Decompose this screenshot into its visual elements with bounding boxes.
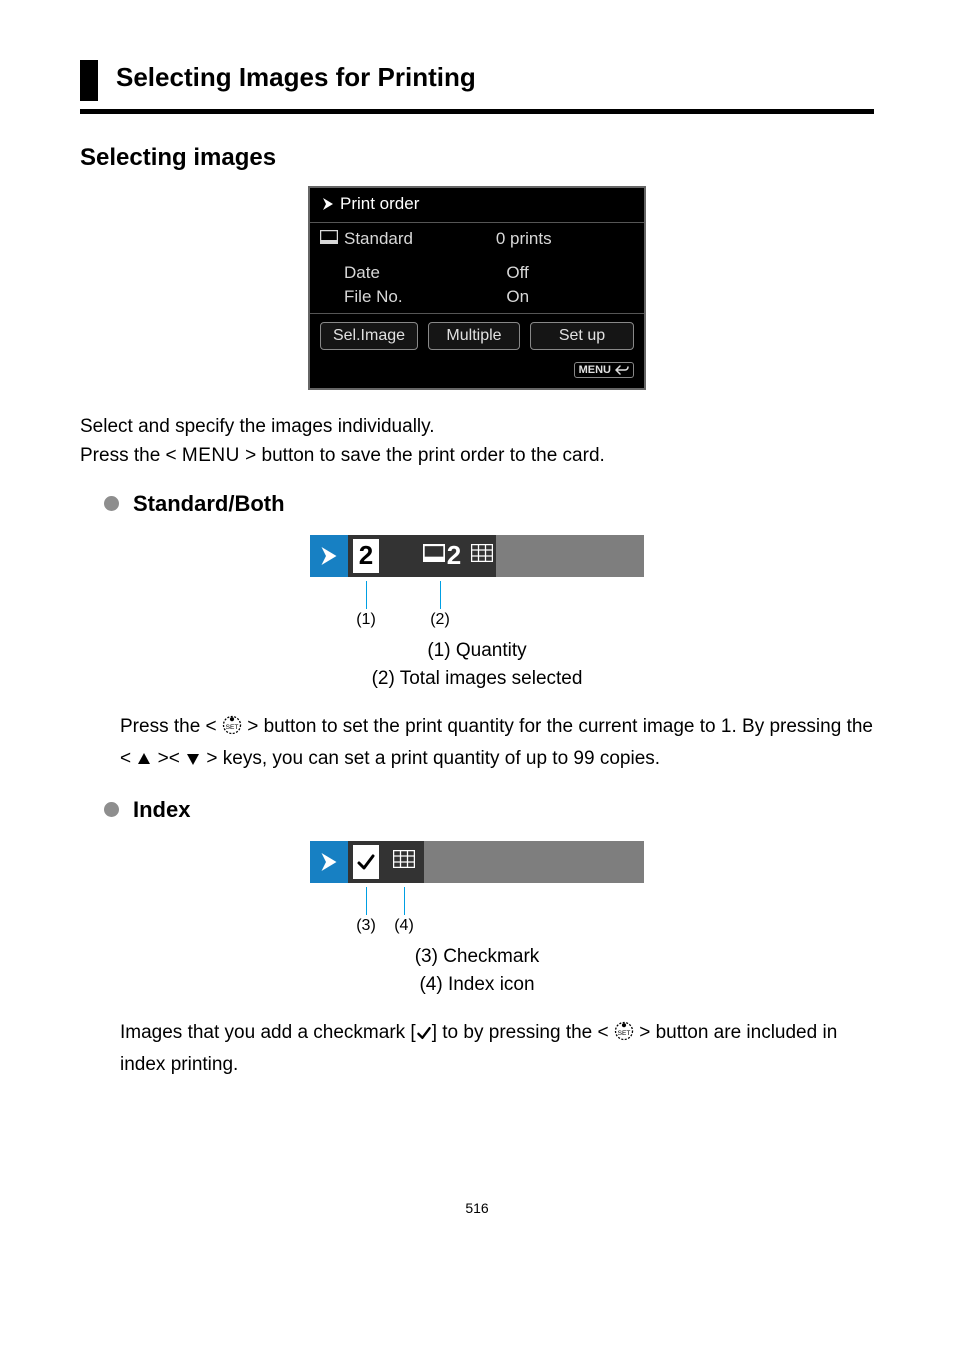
checkmark-box [348,841,384,883]
figure-gray-fill [424,841,644,883]
p2-post: > keys, you can set a print quantity of … [201,748,660,769]
standard-both-title: Standard/Both [133,491,285,517]
index-legend: (3) Checkmark (4) Index icon [80,943,874,1000]
index-figure [80,841,874,883]
grid-icon [471,544,493,567]
index-title: Index [133,797,190,823]
down-arrow-icon [185,747,201,776]
print-arrow-icon [310,535,348,577]
intro-line2-pre: Press the < [80,445,182,466]
spacer [384,535,420,577]
menu-text: MENU [579,364,611,376]
multiple-button[interactable]: Multiple [428,322,520,350]
standard-row: Standard 0 prints [310,223,644,255]
p3-pre: Images that you add a checkmark [ [120,1022,416,1043]
p3-mid: ] to by pressing the < [432,1022,614,1043]
fileno-value: On [506,287,634,307]
p2-pre: Press the < [120,716,222,737]
print-order-header: Print order [310,188,644,222]
fileno-row: File No. On [310,285,644,313]
menu-back-badge[interactable]: MENU [574,362,634,378]
bullet-icon [104,496,119,511]
svg-text:SET: SET [618,1030,631,1037]
grid-icon [393,850,415,873]
print-arrow-icon [320,196,336,212]
index-callout-numbers: (3) (4) [310,917,644,937]
standard-figure: 2 2 [80,535,874,577]
callout-3: (3) [356,917,376,935]
page-number: 516 [80,1200,874,1216]
bullet-icon [104,802,119,817]
landscape-icon [423,544,445,567]
fileno-label: File No. [344,287,403,307]
checkmark-icon [416,1021,432,1050]
date-row: Date Off [310,261,644,285]
print-order-title: Print order [340,194,419,214]
print-order-footer: MENU [310,358,644,388]
callout-4: (4) [394,917,414,935]
print-order-panel: Print order Standard 0 prints Date Off [308,186,646,390]
standard-legend: (1) Quantity (2) Total images selected [80,637,874,694]
prints-value: 0 prints [496,229,634,249]
print-arrow-icon [310,841,348,883]
index-paragraph: Images that you add a checkmark [ ] to by… [120,1018,874,1080]
menu-word: MENU [182,445,240,466]
setup-button[interactable]: Set up [530,322,634,350]
q-set-icon: SET [614,1021,634,1050]
callout-2: (2) [430,611,450,629]
legend-line4: (4) Index icon [419,974,534,995]
standard-label: Standard [344,229,413,249]
legend-line2: (2) Total images selected [372,668,583,689]
standard-paragraph: Press the < SET > button to set the prin… [120,712,874,777]
standard-callout-numbers: (1) (2) [310,611,644,631]
intro-line1: Select and specify the images individual… [80,416,435,437]
print-order-buttons: Sel.Image Multiple Set up [310,314,644,358]
page-heading-block: Selecting Images for Printing [80,60,874,101]
q-set-icon: SET [222,715,242,744]
page-heading: Selecting Images for Printing [116,60,476,101]
date-value: Off [506,263,634,283]
standard-callout-lines [310,581,644,609]
p2-mid2: >< [152,748,185,769]
checkmark-icon [356,852,376,872]
quantity-box: 2 [348,535,384,577]
up-arrow-icon [136,747,152,776]
intro-line2-post: > button to save the print order to the … [240,445,605,466]
standard-icon [320,229,338,249]
callout-1: (1) [356,611,376,629]
date-label: Date [344,263,380,283]
quantity-value: 2 [353,539,379,573]
legend-line3: (3) Checkmark [415,946,540,967]
heading-rule [80,109,874,114]
index-callout-lines [310,887,644,915]
section-title: Selecting images [80,144,874,172]
print-order-screenshot: Print order Standard 0 prints Date Off [80,186,874,390]
heading-bullet [80,60,98,101]
index-icon-seg [384,841,424,883]
standard-both-heading: Standard/Both [104,491,874,517]
index-heading: Index [104,797,874,823]
figure-gray-fill [496,535,644,577]
sel-image-button[interactable]: Sel.Image [320,322,418,350]
legend-line1: (1) Quantity [427,640,526,661]
svg-text:SET: SET [226,724,239,731]
total-group: 2 [420,535,496,577]
total-value: 2 [447,540,461,571]
intro-paragraph: Select and specify the images individual… [80,412,874,471]
